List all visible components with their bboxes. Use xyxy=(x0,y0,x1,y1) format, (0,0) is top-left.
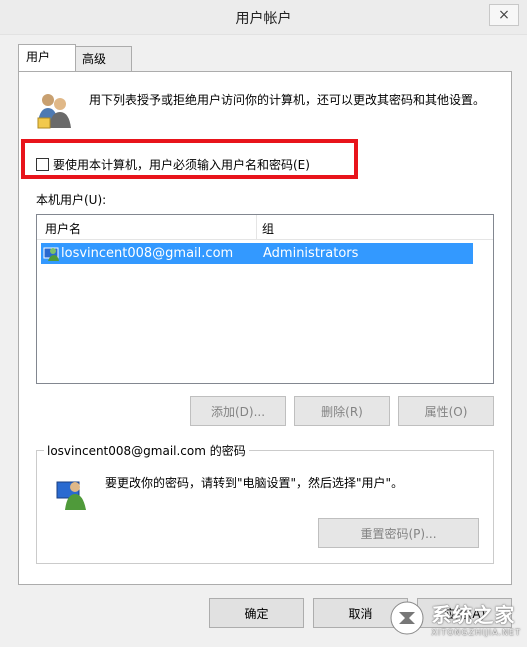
remove-button[interactable]: 删除(R) xyxy=(294,396,390,426)
list-header: 用户名 组 xyxy=(37,215,493,240)
password-instruction: 要更改你的密码，请转到"电脑设置"，然后选择"用户"。 xyxy=(105,476,404,490)
watermark-main: 系统之家 xyxy=(431,603,516,627)
properties-button[interactable]: 属性(O) xyxy=(398,396,494,426)
require-password-checkbox[interactable] xyxy=(36,157,49,171)
tab-advanced[interactable]: 高级 xyxy=(74,46,132,71)
require-password-label[interactable]: 要使用本计算机，用户必须输入用户名和密码(E) xyxy=(53,156,310,173)
watermark-logo-icon xyxy=(390,601,424,635)
watermark-text: 系统之家 XITONGZHIJIA.NET xyxy=(431,599,521,637)
tab-users[interactable]: 用户 xyxy=(18,44,76,71)
table-row[interactable]: losvincent008@gmail.com Administrators xyxy=(41,243,473,264)
watermark-sub: XITONGZHIJIA.NET xyxy=(431,628,521,637)
ok-button[interactable]: 确定 xyxy=(209,598,304,628)
column-header-group[interactable]: 组 xyxy=(262,220,274,237)
user-cell: losvincent008@gmail.com xyxy=(61,246,234,261)
users-tab-panel: 用下列表授予或拒绝用户访问你的计算机，还可以更改其密码和其他设置。 要使用本计算… xyxy=(18,71,512,585)
local-users-label: 本机用户(U): xyxy=(36,193,107,207)
password-group-title: losvincent008@gmail.com 的密码 xyxy=(44,442,249,459)
user-account-icon xyxy=(43,247,59,261)
intro-text: 用下列表授予或拒绝用户访问你的计算机，还可以更改其密码和其他设置。 xyxy=(89,93,486,107)
user-icon xyxy=(56,481,86,510)
require-password-row: 要使用本计算机，用户必须输入用户名和密码(E) xyxy=(36,153,361,175)
group-cell: Administrators xyxy=(263,246,359,261)
add-button[interactable]: 添加(D)... xyxy=(190,396,286,426)
column-divider[interactable] xyxy=(256,215,257,239)
close-button[interactable]: × xyxy=(489,4,519,26)
title-bar: 用户帐户 × xyxy=(0,0,527,35)
local-users-list[interactable]: 用户名 组 losvincent008@gmail.com Administra… xyxy=(36,214,494,384)
users-icon xyxy=(37,94,71,129)
close-icon: × xyxy=(498,7,510,23)
window-title: 用户帐户 xyxy=(235,11,292,27)
reset-password-button[interactable]: 重置密码(P)... xyxy=(318,518,479,548)
watermark: 系统之家 XITONGZHIJIA.NET xyxy=(351,593,521,643)
column-header-username[interactable]: 用户名 xyxy=(45,220,81,237)
